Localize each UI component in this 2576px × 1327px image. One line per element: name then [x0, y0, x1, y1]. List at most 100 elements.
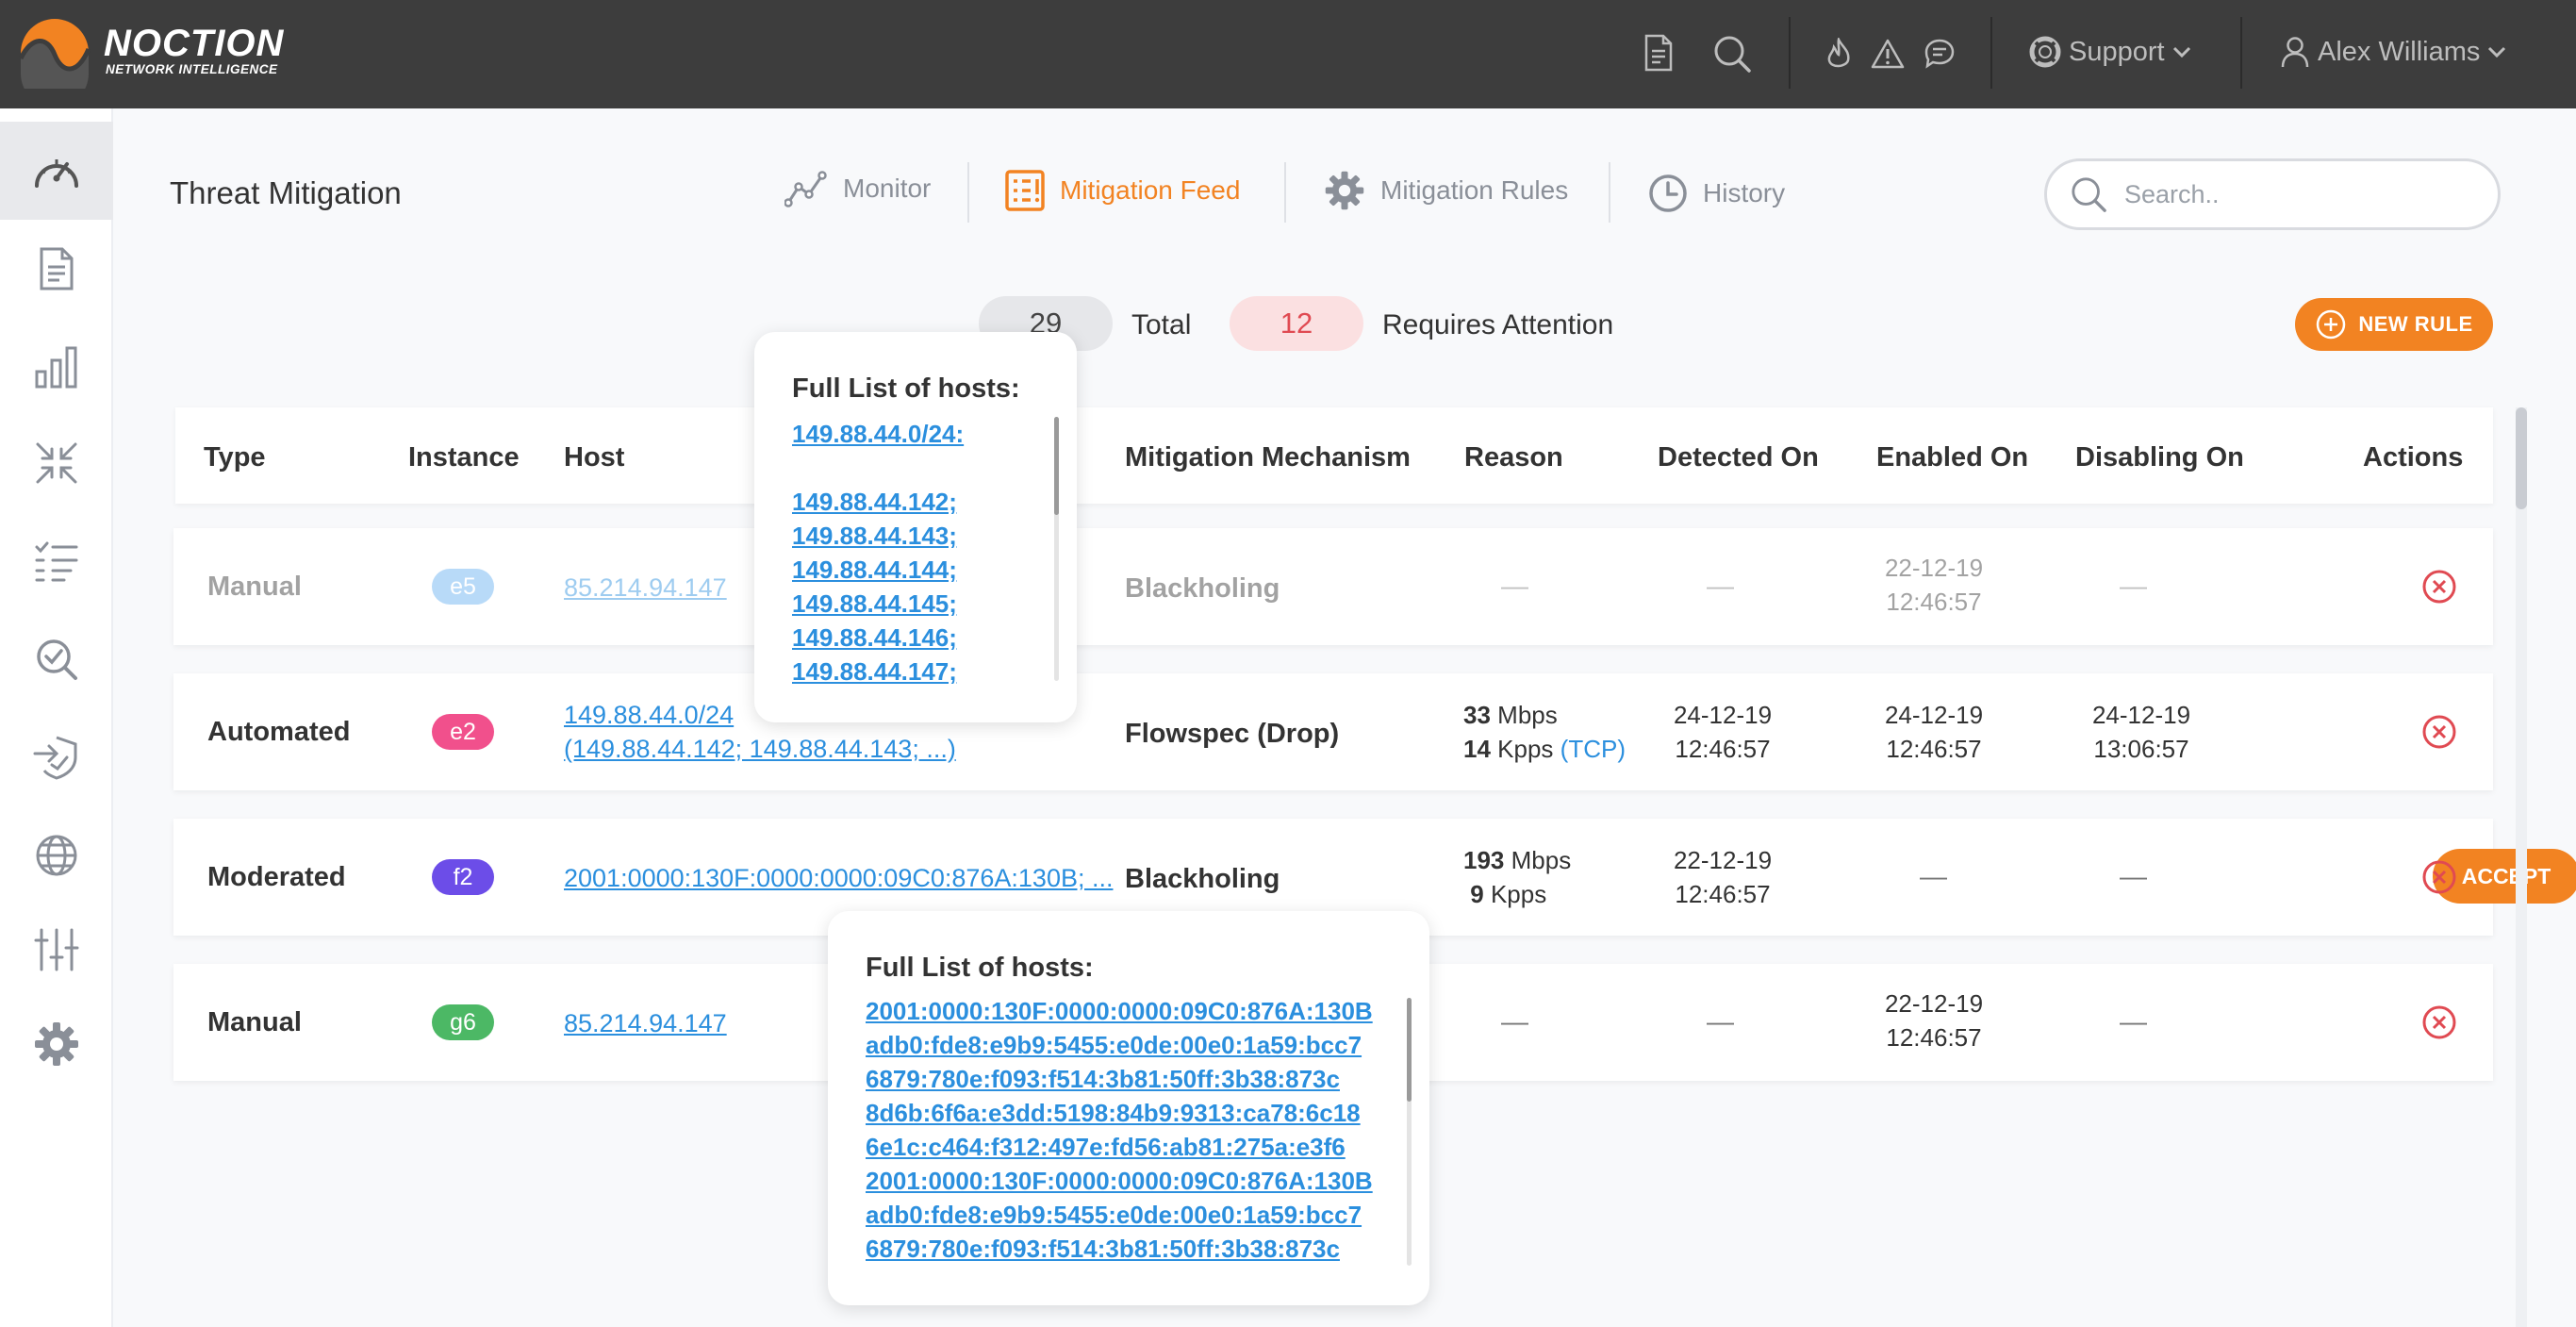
mitigation-mechanism: Blackholing [1125, 864, 1280, 894]
sidebar-item-dashboard[interactable] [0, 122, 113, 220]
reason-kpps-value: 9 [1470, 880, 1484, 908]
cancel-icon[interactable] [2421, 859, 2457, 895]
sidebar-item-analytics[interactable] [0, 318, 113, 416]
column-header-host[interactable]: Host [564, 442, 624, 473]
cancel-icon[interactable] [2421, 1004, 2457, 1040]
tab-history[interactable]: History [1648, 174, 1785, 213]
tab-monitor[interactable]: Monitor [784, 170, 931, 207]
column-header-mechanism[interactable]: Mitigation Mechanism [1125, 442, 1411, 473]
sidebar-item-optimization[interactable] [0, 414, 113, 512]
popover-scrollbar[interactable] [1054, 417, 1059, 681]
detected-on: 22-12-19 12:46:57 [1652, 843, 1793, 911]
table-row[interactable]: Automated e2 149.88.44.0/24 (149.88.44.1… [173, 673, 2493, 790]
document-icon [40, 247, 74, 290]
instance-badge: e5 [432, 569, 494, 605]
popover-host-link[interactable]: 149.88.44.146; [792, 621, 1037, 655]
column-header-disabling-on[interactable]: Disabling On [2075, 442, 2244, 473]
reason-mbps-value: 193 [1463, 846, 1505, 874]
new-rule-label: NEW RULE [2358, 312, 2473, 336]
column-header-type[interactable]: Type [204, 442, 266, 473]
shield-arrow-icon [33, 736, 77, 780]
host-link[interactable]: 85.214.94.147 [564, 573, 727, 603]
tab-mitigation-rules-label: Mitigation Rules [1380, 175, 1569, 205]
user-menu[interactable]: Alex Williams [2280, 36, 2506, 68]
noction-logo-icon[interactable] [19, 17, 91, 89]
sidebar-item-threat-mitigation[interactable] [0, 708, 113, 806]
tab-mitigation-rules[interactable]: Mitigation Rules [1324, 170, 1568, 211]
popover-host-link[interactable]: 6e1c:c464:f312:497e:fd56:ab81:275a:e3f6 [866, 1130, 1382, 1164]
popover-host-link[interactable]: adb0:fde8:e9b9:5455:e0de:00e0:1a59:bcc7 [866, 1028, 1382, 1062]
sidebar-item-threat-detection[interactable] [0, 610, 113, 708]
popover-host-link[interactable]: 149.88.44.142; [792, 485, 1037, 519]
popover-host-link[interactable]: 2001:0000:130F:0000:0000:09C0:876A:130B [866, 1164, 1382, 1198]
support-label: Support [2069, 36, 2165, 67]
popover-spacer [792, 451, 1037, 485]
enabled-on: 24-12-19 12:46:57 [1863, 698, 2005, 766]
new-rule-button[interactable]: NEW RULE [2295, 298, 2493, 351]
page-scrollbar[interactable] [2516, 407, 2527, 1327]
popover-host-link[interactable]: 149.88.44.143; [792, 519, 1037, 553]
tab-divider [1284, 162, 1286, 223]
mitigation-mechanism: Flowspec (Drop) [1125, 719, 1340, 749]
cancel-icon[interactable] [2421, 714, 2457, 750]
column-header-reason[interactable]: Reason [1464, 442, 1563, 473]
popover-scrollbar-thumb[interactable] [1407, 998, 1412, 1102]
tab-divider [967, 162, 969, 223]
page-scrollbar-thumb[interactable] [2516, 407, 2527, 509]
search-box[interactable] [2044, 158, 2501, 230]
popover-title: Full List of hosts: [866, 953, 1094, 983]
enabled-time: 12:46:57 [1886, 1023, 1982, 1052]
reason: 193 Mbps 9 Kpps [1463, 843, 1571, 911]
warning-icon[interactable] [1871, 38, 1905, 70]
hosts-popover: Full List of hosts: 2001:0000:130F:0000:… [828, 911, 1429, 1305]
chat-icon[interactable] [1924, 38, 1956, 70]
gear-icon [1325, 171, 1364, 210]
popover-scrollbar-thumb[interactable] [1054, 417, 1059, 515]
popover-host-link[interactable]: 149.88.44.0/24: [792, 417, 1037, 451]
tab-mitigation-feed[interactable]: Mitigation Feed [1005, 170, 1240, 211]
lifebuoy-icon [2029, 36, 2061, 68]
document-icon[interactable] [1643, 34, 1675, 72]
cancel-icon[interactable] [2421, 569, 2457, 605]
disabling-on: — [2120, 572, 2147, 602]
column-header-actions: Actions [2363, 442, 2464, 473]
popover-host-link[interactable]: 149.88.44.145; [792, 587, 1037, 621]
support-menu[interactable]: Support [2029, 36, 2191, 68]
popover-host-link[interactable]: 149.88.44.147; [792, 655, 1037, 685]
sidebar-item-configuration[interactable] [0, 901, 113, 999]
search-input[interactable] [2124, 179, 2464, 209]
fire-icon[interactable] [1825, 38, 1853, 70]
popover-host-list[interactable]: 149.88.44.0/24: 149.88.44.142; 149.88.44… [792, 417, 1037, 685]
sidebar-item-tasks[interactable] [0, 512, 113, 610]
detected-date: 24-12-19 [1673, 701, 1773, 729]
tab-history-label: History [1703, 178, 1786, 207]
host-more-link[interactable]: (149.88.44.142; 149.88.44.143; ...) [564, 732, 956, 766]
topbar-divider [1990, 17, 1992, 89]
column-header-detected-on[interactable]: Detected On [1658, 442, 1819, 473]
reason-mbps-unit: Mbps [1497, 701, 1558, 729]
column-header-instance[interactable]: Instance [408, 442, 520, 473]
search-icon[interactable] [1712, 34, 1752, 74]
disabling-on: 24-12-19 13:06:57 [2071, 698, 2212, 766]
popover-host-link[interactable]: 6879:780e:f093:f514:3b81:50ff:3b38:873c [866, 1232, 1382, 1266]
clock-icon [1649, 174, 1687, 212]
sidebar-item-global[interactable] [0, 806, 113, 904]
host-link[interactable]: 2001:0000:130F:0000:0000:09C0:876A:130B;… [564, 864, 1113, 893]
instance-badge: f2 [432, 859, 494, 895]
sidebar-item-settings[interactable] [0, 995, 113, 1093]
column-header-enabled-on[interactable]: Enabled On [1876, 442, 2028, 473]
enabled-date: 22-12-19 [1884, 554, 1984, 582]
popover-host-link[interactable]: 149.88.44.144; [792, 553, 1037, 587]
table-row[interactable]: Manual e5 85.214.94.147 Blackholing — — … [173, 528, 2493, 645]
popover-host-link[interactable]: 6879:780e:f093:f514:3b81:50ff:3b38:873c [866, 1062, 1382, 1096]
popover-scrollbar[interactable] [1407, 998, 1412, 1266]
popover-host-link[interactable]: adb0:fde8:e9b9:5455:e0de:00e0:1a59:bcc7 [866, 1198, 1382, 1232]
detected-on: — [1707, 1007, 1734, 1037]
host-link[interactable]: 85.214.94.147 [564, 1009, 727, 1038]
attention-count-badge[interactable]: 12 [1230, 296, 1363, 351]
sidebar-item-reports[interactable] [0, 220, 113, 318]
popover-host-list[interactable]: 2001:0000:130F:0000:0000:09C0:876A:130B … [866, 994, 1382, 1268]
topbar-divider [2240, 17, 2242, 89]
popover-host-link[interactable]: 8d6b:6f6a:e3dd:5198:84b9:9313:ca78:6c18 [866, 1096, 1382, 1130]
popover-host-link[interactable]: 2001:0000:130F:0000:0000:09C0:876A:130B [866, 994, 1382, 1028]
